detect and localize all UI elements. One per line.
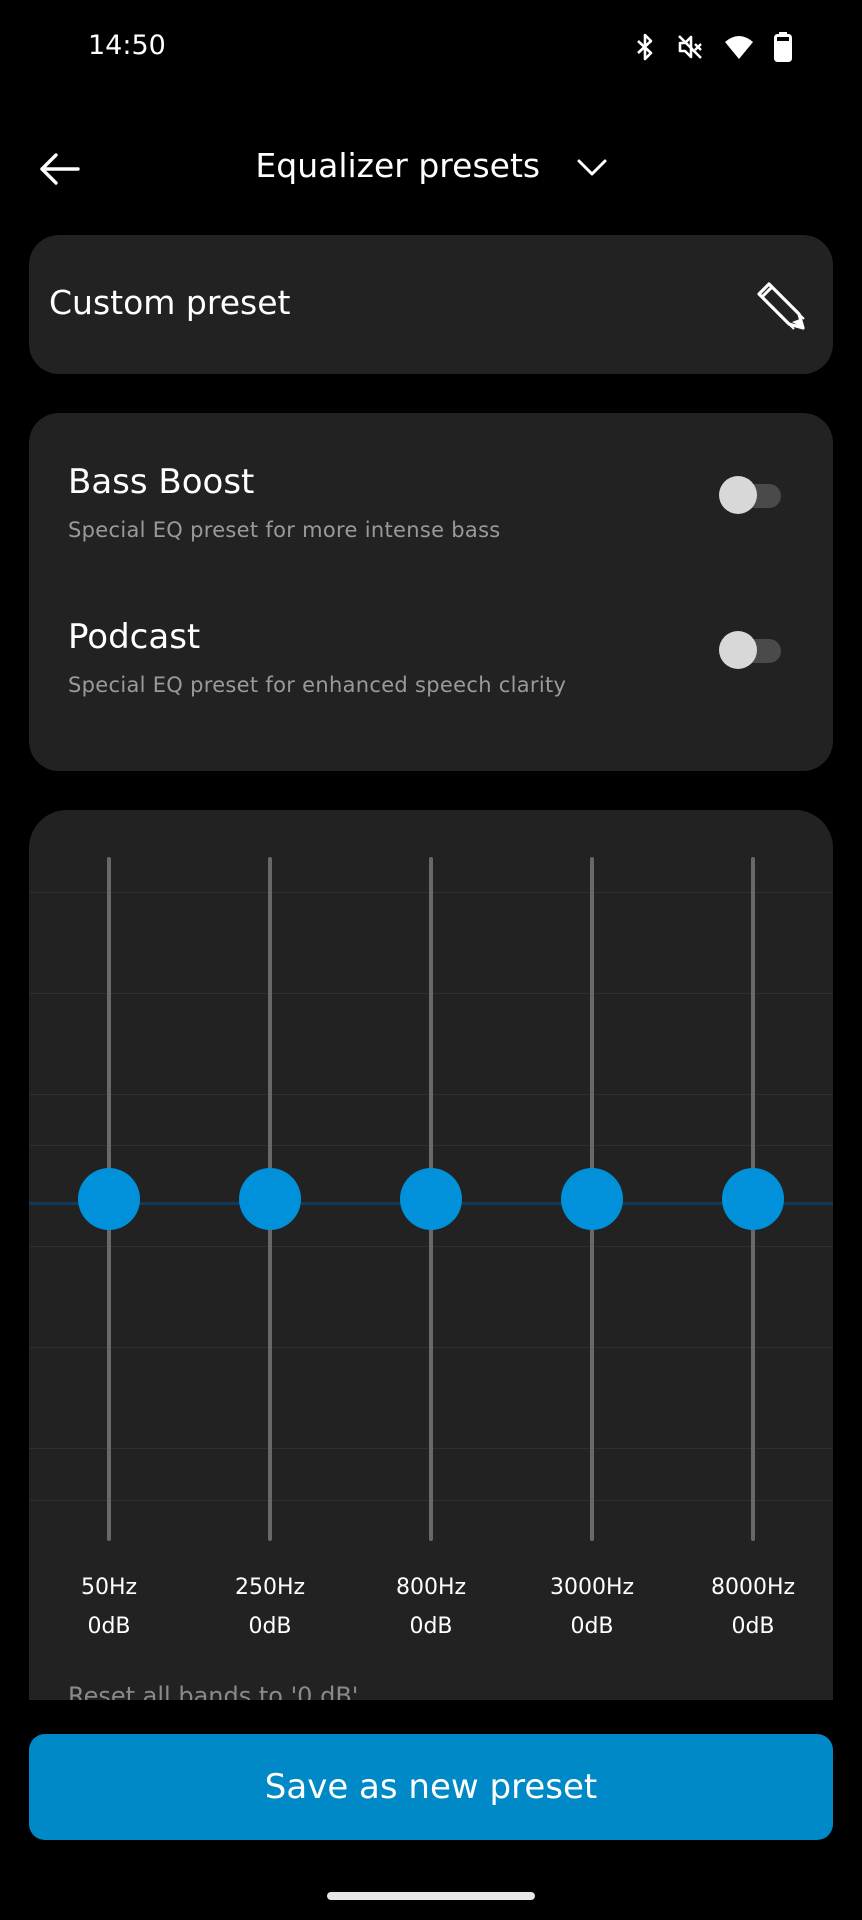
band-slider-thumb[interactable]	[722, 1168, 784, 1230]
band-slider-thumb[interactable]	[239, 1168, 301, 1230]
page-title: Equalizer presets	[255, 146, 541, 185]
preset-item-bass-boost[interactable]: Bass Boost Special EQ preset for more in…	[29, 462, 833, 582]
wifi-icon	[725, 36, 753, 59]
band-slider-thumb[interactable]	[400, 1168, 462, 1230]
reset-bands-link[interactable]: Reset all bands to '0 dB'	[68, 1682, 358, 1700]
band-frequency-label: 250Hz	[234, 1575, 306, 1600]
preset-list-card: Bass Boost Special EQ preset for more in…	[29, 413, 833, 771]
preset-description: Special EQ preset for more intense bass	[68, 518, 501, 542]
status-icons	[634, 32, 792, 62]
mute-icon	[678, 35, 702, 59]
bluetooth-icon	[637, 33, 653, 61]
podcast-toggle[interactable]	[719, 631, 781, 669]
band-slider-thumb[interactable]	[78, 1168, 140, 1230]
equalizer-card: Reset all bands to '0 dB' 50Hz 0dB 250Hz 0d…	[29, 810, 833, 1700]
bass-boost-toggle[interactable]	[719, 476, 781, 514]
band-gain-label: 0dB	[248, 1614, 292, 1639]
band-gain-label: 0dB	[731, 1614, 775, 1639]
band-frequency-label: 8000Hz	[710, 1575, 796, 1600]
preset-selector[interactable]: Equalizer presets	[0, 146, 862, 185]
band-gain-label: 0dB	[409, 1614, 453, 1639]
band-frequency-label: 3000Hz	[549, 1575, 635, 1600]
band-slider-thumb[interactable]	[561, 1168, 623, 1230]
preset-item-podcast[interactable]: Podcast Special EQ preset for enhanced s…	[29, 617, 833, 737]
status-time: 14:50	[88, 30, 166, 61]
home-indicator[interactable]	[327, 1892, 535, 1900]
band-gain-label: 0dB	[570, 1614, 614, 1639]
pencil-icon	[757, 282, 805, 330]
preset-title: Podcast	[68, 617, 201, 657]
battery-icon	[774, 32, 792, 62]
band-frequency-label: 50Hz	[80, 1575, 138, 1600]
band-gain-label: 0dB	[87, 1614, 131, 1639]
preset-description: Special EQ preset for enhanced speech cl…	[68, 673, 567, 697]
save-preset-button[interactable]: Save as new preset	[29, 1734, 833, 1840]
edit-preset-button[interactable]	[747, 274, 807, 334]
preset-title: Bass Boost	[68, 462, 255, 502]
chevron-down-icon	[577, 159, 607, 175]
custom-preset-label: Custom preset	[49, 283, 291, 322]
custom-preset-card[interactable]: Custom preset	[29, 235, 833, 374]
band-frequency-label: 800Hz	[395, 1575, 467, 1600]
